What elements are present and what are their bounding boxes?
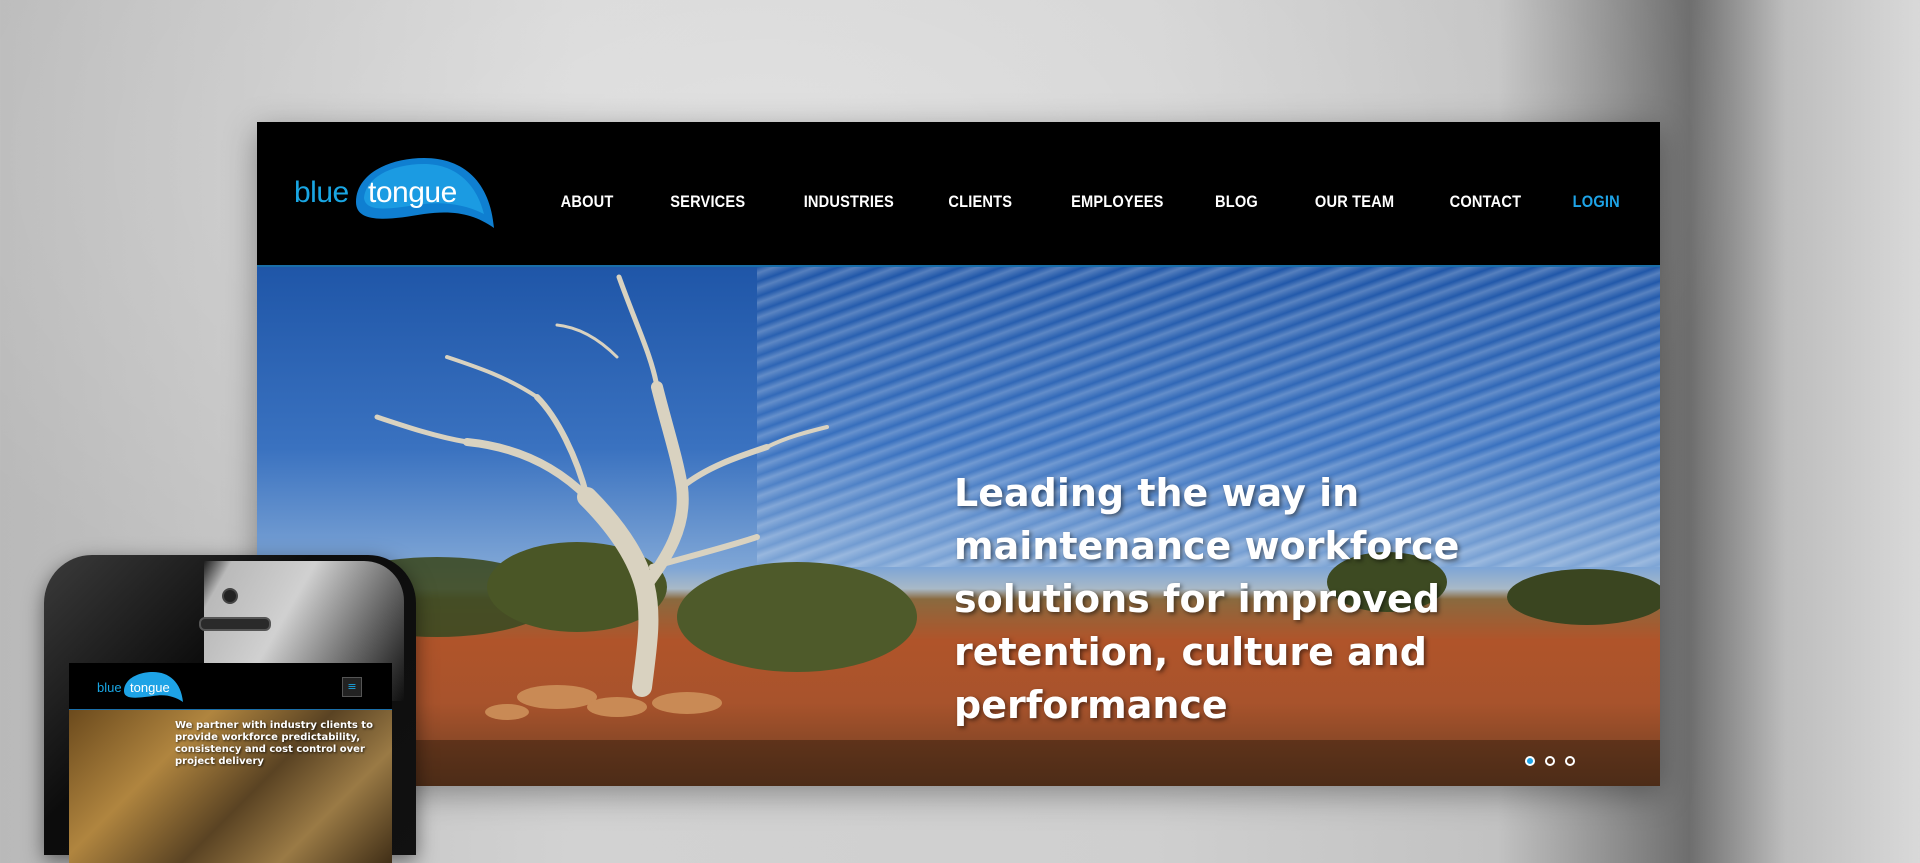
speaker-icon	[199, 617, 271, 631]
mobile-header: blue tongue ≡	[69, 663, 392, 710]
logo-word-blue: blue	[294, 176, 349, 209]
logo[interactable]: blue tongue	[294, 154, 504, 234]
hero-footer-bar	[257, 740, 1660, 786]
camera-icon	[222, 588, 238, 604]
nav-services[interactable]: SERVICES	[670, 192, 745, 222]
slider-dot-3[interactable]	[1565, 756, 1575, 766]
nav-contact[interactable]: CONTACT	[1450, 192, 1522, 222]
slider-dot-2[interactable]	[1545, 756, 1555, 766]
site-header: blue tongue ABOUT SERVICES INDUSTRIES CL…	[257, 122, 1660, 267]
slider-dots	[1525, 756, 1575, 766]
mobile-hero-text: We partner with industry clients to prov…	[175, 720, 373, 767]
mobile-logo[interactable]: blue tongue	[97, 670, 187, 704]
nav-about[interactable]: ABOUT	[561, 192, 614, 222]
phone-mockup: blue tongue ≡ We partner with industry c…	[44, 555, 416, 863]
desktop-site-mockup: blue tongue ABOUT SERVICES INDUSTRIES CL…	[257, 122, 1660, 786]
phone-screen: blue tongue ≡ We partner with industry c…	[69, 663, 392, 863]
nav-industries[interactable]: INDUSTRIES	[804, 192, 894, 222]
mobile-logo-word-blue: blue	[97, 680, 122, 695]
hero-headline: Leading the way in maintenance workforce…	[954, 471, 1460, 727]
logo-word-tongue: tongue	[368, 176, 457, 209]
hero-banner: Leading the way in maintenance workforce…	[257, 267, 1660, 786]
nav-login[interactable]: LOGIN	[1573, 192, 1620, 222]
main-nav: ABOUT SERVICES INDUSTRIES CLIENTS EMPLOY…	[508, 192, 1620, 222]
slider-dot-1[interactable]	[1525, 756, 1535, 766]
nav-our-team[interactable]: OUR TEAM	[1315, 192, 1394, 222]
hamburger-icon[interactable]: ≡	[342, 677, 362, 697]
nav-blog[interactable]: BLOG	[1215, 192, 1258, 222]
nav-employees[interactable]: EMPLOYEES	[1071, 192, 1164, 222]
mobile-logo-word-tongue: tongue	[130, 680, 170, 695]
nav-clients[interactable]: CLIENTS	[948, 192, 1012, 222]
